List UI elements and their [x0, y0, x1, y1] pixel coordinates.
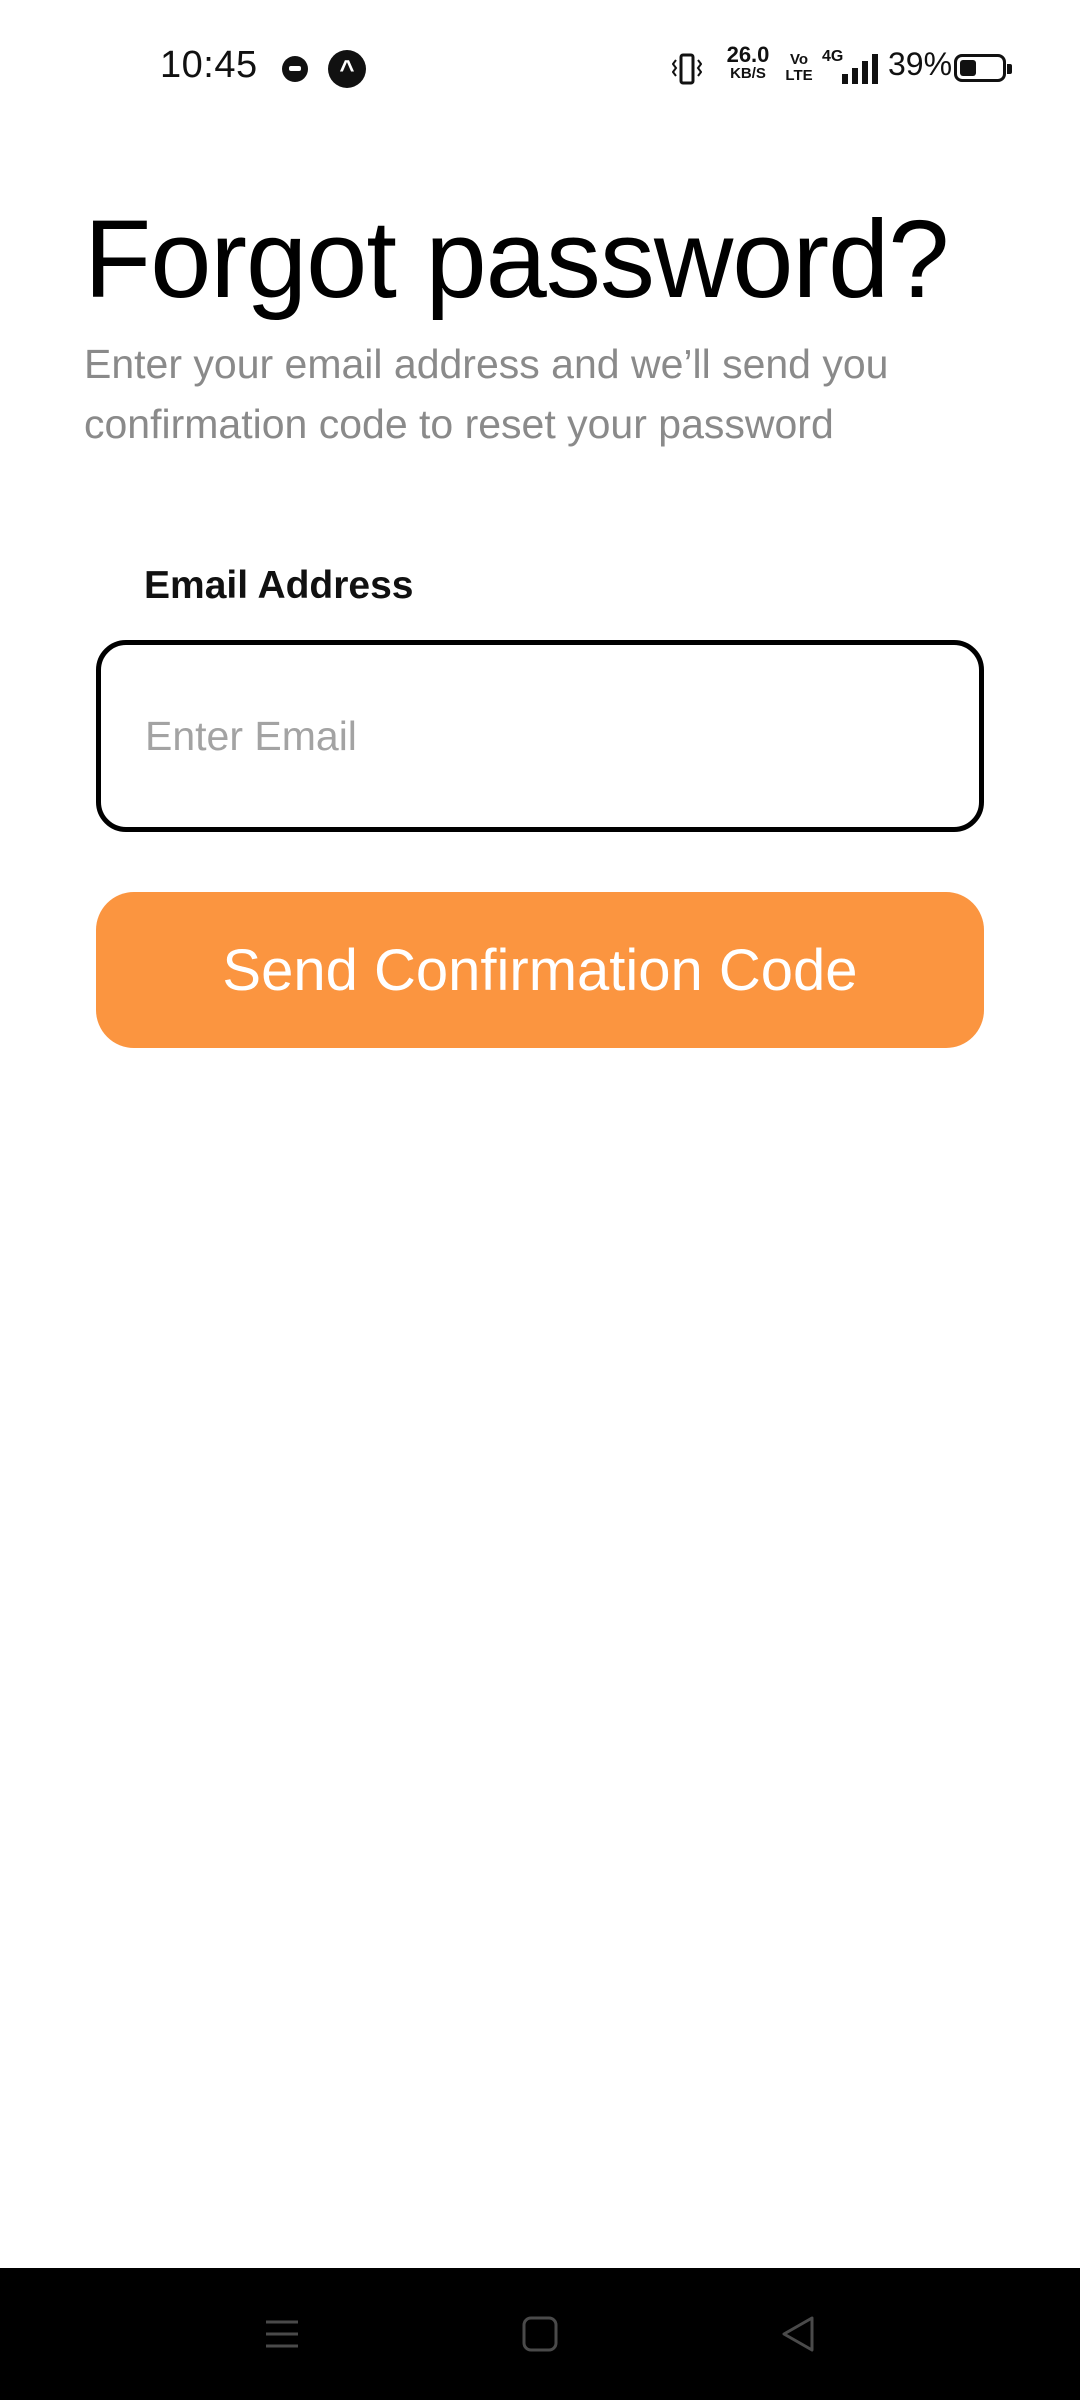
status-time: 10:45: [160, 44, 258, 86]
email-input[interactable]: [96, 640, 984, 832]
page-title: Forgot password?: [84, 198, 949, 321]
status-bar: 10:45 ^ 26.0 KB/S Vo LTE 4G 39%: [0, 0, 1080, 136]
battery-icon: [954, 54, 1012, 82]
app-icon: ^: [328, 50, 366, 88]
send-confirmation-code-button[interactable]: Send Confirmation Code: [96, 892, 984, 1048]
signal-icon: [842, 54, 878, 84]
battery-percent: 39%: [888, 46, 953, 82]
volte-indicator: Vo LTE: [784, 52, 814, 84]
vibrate-icon: [672, 53, 702, 85]
email-label: Email Address: [144, 564, 414, 607]
navigation-bar: [0, 2268, 1080, 2400]
net-speed: 26.0 KB/S: [720, 44, 776, 82]
notification-icon: [282, 56, 308, 82]
page-subtitle: Enter your email address and we’ll send …: [84, 341, 889, 447]
net-speed-unit: KB/S: [730, 65, 766, 82]
volte-top: Vo: [789, 51, 809, 68]
net-speed-value: 26.0: [726, 42, 770, 67]
volte-bottom: LTE: [785, 67, 813, 84]
menu-icon[interactable]: [252, 2304, 312, 2364]
home-icon[interactable]: [510, 2304, 570, 2364]
back-icon[interactable]: [768, 2304, 828, 2364]
